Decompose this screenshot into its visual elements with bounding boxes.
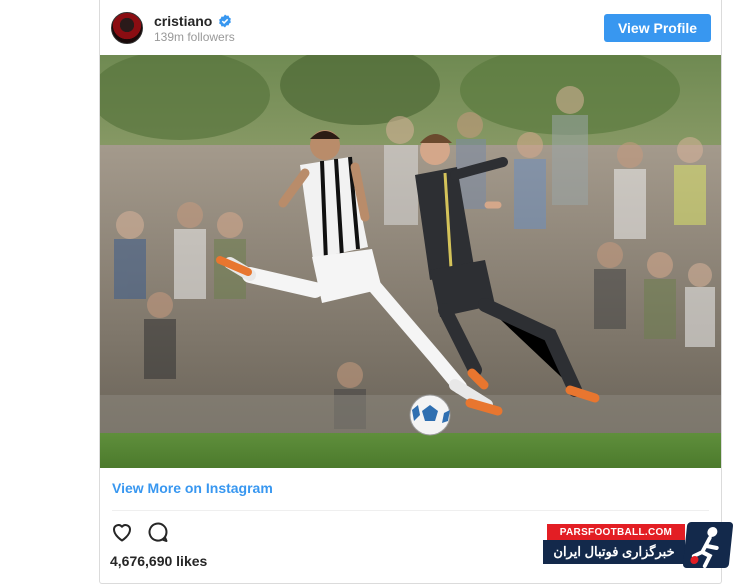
- pitch-grass: [100, 433, 721, 468]
- username[interactable]: cristiano: [154, 13, 212, 29]
- parsfootball-watermark: PARSFOOTBALL.COM خبرگزاری فوتبال ایران: [543, 522, 734, 570]
- parsfootball-logo-icon: [682, 522, 734, 568]
- watermark-site-url: PARSFOOTBALL.COM: [547, 524, 685, 540]
- follower-count: 139m followers: [154, 30, 235, 44]
- comment-icon[interactable]: [146, 520, 170, 544]
- post-actions: [110, 520, 170, 544]
- heart-icon[interactable]: [110, 520, 134, 544]
- view-profile-button[interactable]: View Profile: [604, 14, 711, 42]
- post-photo[interactable]: [100, 55, 721, 468]
- instagram-embed-card: cristiano 139m followers View Profile Vi…: [99, 0, 722, 584]
- avatar[interactable]: [111, 12, 143, 44]
- view-more-on-instagram-link[interactable]: View More on Instagram: [112, 480, 273, 496]
- soccer-ball: [409, 394, 451, 436]
- divider: [112, 510, 709, 511]
- username-row: cristiano: [154, 13, 232, 29]
- post-header: cristiano 139m followers View Profile: [100, 0, 721, 56]
- watermark-tagline: خبرگزاری فوتبال ایران: [543, 540, 685, 564]
- verified-badge-icon: [218, 14, 232, 28]
- likes-count[interactable]: 4,676,690 likes: [110, 553, 207, 569]
